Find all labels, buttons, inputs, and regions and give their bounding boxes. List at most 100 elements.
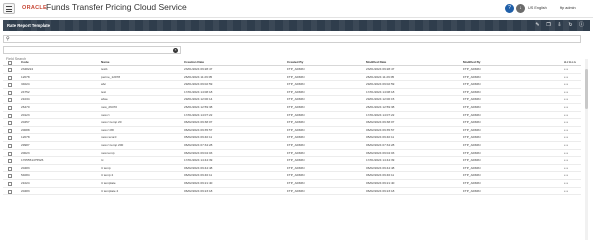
row-checkbox[interactable] bbox=[8, 143, 12, 148]
table-row[interactable]: 12078 new record 05/02/2024 09:40:11 FTP_AD… bbox=[3, 134, 581, 142]
row-action-menu-icon[interactable]: ••• bbox=[564, 113, 568, 117]
cell-name: new rt 88 bbox=[101, 127, 114, 132]
cell-modified-by: FTP_ADMIN bbox=[463, 150, 481, 155]
cell-created-by: FTP_ADMIN bbox=[287, 150, 305, 155]
row-action-menu-icon[interactable]: ••• bbox=[564, 82, 568, 86]
user-menu[interactable]: ftp admin bbox=[560, 6, 576, 10]
top-header: ORACLE Funds Transfer Pricing Cloud Serv… bbox=[0, 0, 593, 18]
cell-code: 20023 bbox=[21, 150, 30, 155]
row-checkbox[interactable] bbox=[8, 68, 12, 72]
cell-name: new temp bbox=[101, 150, 115, 155]
menu-icon[interactable] bbox=[3, 3, 15, 14]
table-row[interactable]: 20123 new rt 17/01/2024 14:07:22 FTP_ADMIN 1… bbox=[3, 112, 581, 120]
row-action-menu-icon[interactable]: ••• bbox=[564, 189, 568, 193]
search-icon[interactable]: ⚲ bbox=[6, 36, 10, 42]
row-action-menu-icon[interactable]: ••• bbox=[564, 105, 568, 109]
table-row[interactable]: 20023 new temp 06/02/2024 09:04:03 FTP_ADMI… bbox=[3, 150, 581, 158]
table-row[interactable]: 21034 abse 29/01/2024 12:00:14 FTP_ADMIN 29/… bbox=[3, 96, 581, 104]
row-checkbox[interactable] bbox=[8, 151, 12, 156]
table-row[interactable]: 54084 rt temp 2 06/02/2024 09:46:11 FTP_ADM… bbox=[3, 172, 581, 180]
cell-creation-date: 06/02/2024 09:21:40 bbox=[184, 180, 213, 185]
row-action-menu-icon[interactable]: ••• bbox=[564, 135, 568, 139]
download-icon[interactable]: ↓ bbox=[516, 4, 525, 13]
row-checkbox[interactable] bbox=[8, 174, 12, 179]
table-row[interactable]: 21024 rt template 06/02/2024 09:21:40 FTP_A… bbox=[3, 180, 581, 188]
copy-icon[interactable]: ❐ bbox=[546, 22, 551, 28]
row-checkbox[interactable] bbox=[8, 166, 12, 171]
row-action-menu-icon[interactable]: ••• bbox=[564, 143, 568, 147]
row-action-menu-icon[interactable]: ••• bbox=[564, 166, 568, 170]
vertical-scrollbar[interactable] bbox=[585, 59, 588, 240]
cell-creation-date: 26/01/2024 11:29:05 bbox=[184, 74, 213, 79]
row-action-menu-icon[interactable]: ••• bbox=[564, 90, 568, 94]
cell-code: 20457 bbox=[21, 120, 30, 125]
cell-name: new rt bbox=[101, 112, 110, 117]
row-checkbox[interactable] bbox=[8, 128, 12, 133]
table-row[interactable]: 2348224 test1 23/01/2024 09:28:47 FTP_ADMIN… bbox=[3, 66, 581, 74]
table-row[interactable]: 26470 new_26470 26/01/2024 12:59:38 FTP_ADM… bbox=[3, 104, 581, 112]
row-action-menu-icon[interactable]: ••• bbox=[564, 173, 568, 177]
table-row[interactable]: 1705551475526 rc 17/01/2024 14:44:39 FTP_AD… bbox=[3, 157, 581, 165]
cell-creation-date: 17/01/2024 14:07:22 bbox=[184, 112, 213, 117]
col-created-by[interactable]: Created By bbox=[287, 60, 303, 64]
search-bar[interactable]: ⚲ bbox=[3, 35, 581, 43]
table-row[interactable]: 12078 perme_12078 26/01/2024 11:29:05 FTP_A… bbox=[3, 74, 581, 82]
row-checkbox[interactable] bbox=[8, 159, 12, 164]
export-icon[interactable]: ⇩ bbox=[557, 22, 562, 28]
col-modified-date[interactable]: Modified Date bbox=[366, 60, 386, 64]
cell-creation-date: 17/01/2024 14:44:39 bbox=[184, 158, 213, 163]
table-row[interactable]: 20483 rt temp 06/02/2024 09:44:48 FTP_ADMIN… bbox=[3, 165, 581, 173]
col-code[interactable]: Code bbox=[21, 60, 29, 64]
cell-name: abse bbox=[101, 97, 108, 102]
cell-name: test1 bbox=[101, 67, 108, 71]
cell-modified-date: 06/02/2024 09:38:07 bbox=[366, 120, 395, 125]
row-action-menu-icon[interactable]: ••• bbox=[564, 67, 568, 71]
cell-name: rt temp bbox=[101, 165, 111, 170]
cell-name: rt template 2 bbox=[101, 188, 119, 193]
cell-created-by: FTP_ADMIN bbox=[287, 173, 305, 178]
table-row[interactable]: 34024 abc 29/01/2024 09:02:59 FTP_ADMIN 29/0… bbox=[3, 81, 581, 89]
cell-modified-by: FTP_ADMIN bbox=[463, 142, 481, 147]
row-checkbox[interactable] bbox=[8, 181, 12, 186]
table-row[interactable]: 29987 new rt temp 200 06/02/2024 07:34:28 F… bbox=[3, 142, 581, 150]
row-action-menu-icon[interactable]: ••• bbox=[564, 181, 568, 185]
row-checkbox[interactable] bbox=[8, 113, 12, 118]
help-badge[interactable]: ? bbox=[505, 4, 514, 13]
cell-created-by: FTP_ADMIN bbox=[287, 135, 305, 140]
col-creation-date[interactable]: Creation Date bbox=[184, 60, 204, 64]
row-checkbox[interactable] bbox=[8, 75, 12, 80]
cell-modified-by: FTP_ADMIN bbox=[463, 104, 481, 109]
locale-selector[interactable]: US English bbox=[528, 6, 547, 10]
cell-modified-date: 17/01/2024 14:44:39 bbox=[366, 158, 395, 163]
cell-code: 20123 bbox=[21, 112, 30, 117]
row-action-menu-icon[interactable]: ••• bbox=[564, 75, 568, 79]
row-checkbox[interactable] bbox=[8, 189, 12, 194]
row-action-menu-icon[interactable]: ••• bbox=[564, 151, 568, 155]
help-icon[interactable]: ⓘ bbox=[579, 22, 584, 28]
row-action-menu-icon[interactable]: ••• bbox=[564, 97, 568, 101]
row-checkbox[interactable] bbox=[8, 83, 12, 88]
row-checkbox[interactable] bbox=[8, 105, 12, 110]
cell-code: 20088 bbox=[21, 127, 30, 132]
row-action-menu-icon[interactable]: ••• bbox=[564, 120, 568, 124]
row-action-menu-icon[interactable]: ••• bbox=[564, 128, 568, 132]
add-icon[interactable]: ✎ bbox=[535, 22, 540, 28]
refresh-icon[interactable]: ↻ bbox=[568, 22, 573, 28]
cell-code: 34024 bbox=[21, 82, 30, 87]
app-title: Funds Transfer Pricing Cloud Service bbox=[46, 2, 187, 12]
table-row[interactable]: 24752 test 17/01/2024 14:08:18 FTP_ADMIN 17/… bbox=[3, 89, 581, 97]
select-all-checkbox[interactable] bbox=[8, 61, 12, 65]
col-modified-by[interactable]: Modified By bbox=[463, 60, 481, 64]
row-checkbox[interactable] bbox=[8, 90, 12, 95]
table-row[interactable]: 20483 rt template 2 06/02/2024 09:23:18 FTP… bbox=[3, 188, 581, 196]
row-checkbox[interactable] bbox=[8, 121, 12, 126]
col-name[interactable]: Name bbox=[101, 60, 109, 64]
table-row[interactable]: 20457 new rt temp 20 06/02/2024 09:38:07 FT… bbox=[3, 119, 581, 127]
row-action-menu-icon[interactable]: ••• bbox=[564, 158, 568, 162]
row-checkbox[interactable] bbox=[8, 136, 12, 141]
table-row[interactable]: 20088 new rt 88 06/02/2024 09:35:57 FTP_ADM… bbox=[3, 127, 581, 135]
row-checkbox[interactable] bbox=[8, 98, 12, 103]
clear-icon[interactable]: × bbox=[173, 48, 178, 53]
cell-modified-date: 29/01/2024 12:00:15 bbox=[366, 97, 395, 102]
cell-modified-by: FTP_ADMIN bbox=[463, 89, 481, 94]
